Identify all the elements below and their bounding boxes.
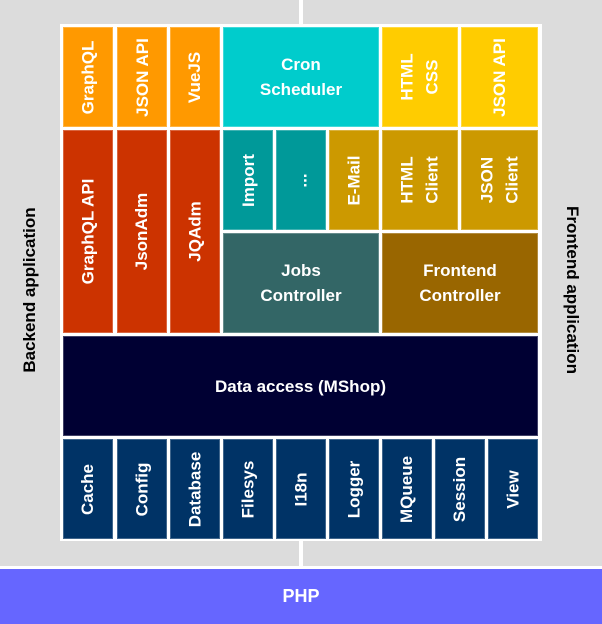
vuejs-box: VueJS [170,27,220,127]
php-label: PHP [282,586,320,606]
more-jobs-box-label: ... [291,172,311,188]
json-client-box: JSON Client [461,130,538,230]
cron-scheduler-box: Cron Scheduler [223,27,379,127]
base-session-box-label: Session [450,456,470,522]
base-database-box: Database [170,439,220,539]
cron-scheduler-box-label: Cron Scheduler [259,55,343,99]
base-filesys-box-label: Filesys [238,460,258,518]
jsonadm-box: JsonAdm [117,130,167,333]
base-cache-box: Cache [63,439,113,539]
frontend-controller-box: Frontend Controller [382,233,538,333]
import-box: Import [223,130,273,230]
jqadm-box-label: JQAdm [185,201,205,262]
base-view-box-label: View [503,469,523,509]
email-box: E-Mail [329,130,379,230]
base-config-box-label: Config [132,462,152,516]
frontend-json-api-box: JSON API [461,27,538,127]
base-database-box-label: Database [185,451,205,527]
jsonadm-box-label: JsonAdm [132,192,152,271]
graphql-box: GraphQL [63,27,113,127]
base-i18n-box-label: I18n [291,471,311,507]
base-cache-box-label: Cache [78,463,98,515]
jqadm-box: JQAdm [170,130,220,333]
html-client-box: HTML Client [382,130,458,230]
backend-application-label: Backend application [20,207,39,373]
frontend-json-api-box-label: JSON API [490,37,510,117]
base-mqueue-box: MQueue [382,439,432,539]
php-layer: PHP [0,569,602,624]
frontend-controller-box-label: Frontend Controller [419,261,501,305]
more-jobs-box: ... [276,130,326,230]
base-view-box: View [488,439,538,539]
frontend-application-label: Frontend application [563,205,582,375]
json-api-box: JSON API [117,27,167,127]
json-client-box-label: JSON Client [477,156,522,204]
html-css-box-label: HTML CSS [398,53,442,101]
data-access-box-label: Data access (MShop) [215,376,386,396]
graphql-api-box-label: GraphQL API [78,178,98,285]
jobs-controller-box: Jobs Controller [223,233,379,333]
email-box-label: E-Mail [344,154,364,206]
base-logger-box: Logger [329,439,379,539]
graphql-api-box: GraphQL API [63,130,113,333]
html-css-box: HTML CSS [382,27,458,127]
json-api-box-label: JSON API [132,37,152,117]
data-access-box: Data access (MShop) [63,336,538,436]
base-mqueue-box-label: MQueue [397,455,417,523]
vuejs-box-label: VueJS [185,51,205,103]
base-config-box: Config [117,439,167,539]
jobs-controller-box-label: Jobs Controller [260,261,342,305]
base-i18n-box: I18n [276,439,326,539]
base-filesys-box: Filesys [223,439,273,539]
base-session-box: Session [435,439,485,539]
import-box-label: Import [238,153,258,207]
graphql-box-label: GraphQL [78,40,98,114]
base-logger-box-label: Logger [344,460,364,518]
html-client-box-label: HTML Client [397,156,442,204]
